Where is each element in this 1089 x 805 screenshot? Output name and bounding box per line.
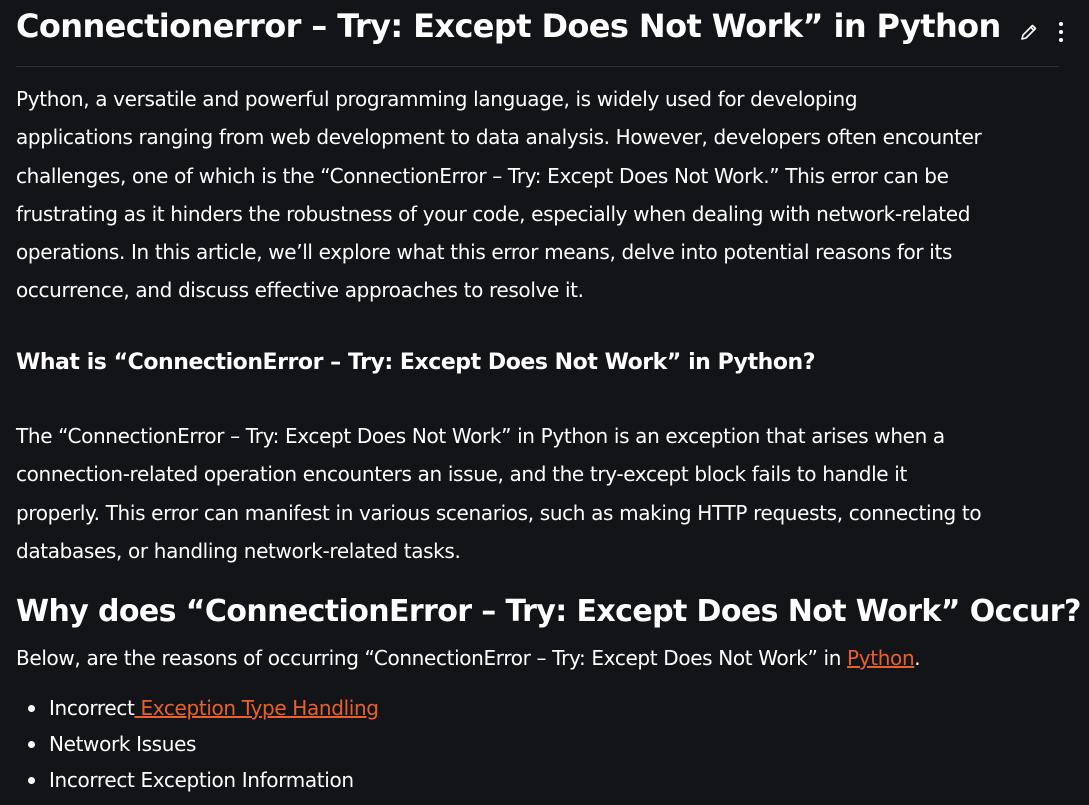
- paragraph-line: operations. In this article, we’ll explo…: [16, 240, 953, 265]
- section-heading-what-is: What is “ConnectionError – Try: Except D…: [16, 350, 816, 375]
- pencil-icon[interactable]: [1017, 18, 1041, 46]
- paragraph-line: properly. This error can manifest in var…: [16, 500, 982, 525]
- reasons-intro: Below, are the reasons of occurring “Con…: [16, 641, 921, 675]
- article-title: Connectionerror – Try: Except Does Not W…: [16, 7, 1001, 45]
- bullet-icon: [28, 705, 35, 712]
- paragraph-line: applications ranging from web developmen…: [16, 125, 982, 150]
- paragraph-line: Python, a versatile and powerful program…: [16, 87, 858, 111]
- bullet-icon: [28, 741, 35, 748]
- paragraph-line: frustrating as it hinders the robustness…: [16, 201, 971, 226]
- definition-paragraph: The “ConnectionError – Try: Except Does …: [16, 417, 982, 570]
- section-heading-why-occur: Why does “ConnectionError – Try: Except …: [16, 594, 1081, 629]
- list-item: Network Issues: [16, 726, 379, 762]
- list-item-text: Incorrect: [49, 696, 135, 720]
- list-item: Incorrect Exception Type Handling: [16, 690, 379, 726]
- intro-paragraph: Python, a versatile and powerful program…: [16, 80, 982, 310]
- title-actions: [1017, 18, 1073, 46]
- reasons-intro-text: Below, are the reasons of occurring “Con…: [16, 646, 848, 670]
- reasons-intro-suffix: .: [914, 646, 921, 670]
- paragraph-line: databases, or handling network-related t…: [16, 538, 461, 563]
- more-vertical-icon[interactable]: [1049, 18, 1073, 46]
- article-page: Connectionerror – Try: Except Does Not W…: [0, 0, 1089, 805]
- paragraph-line: occurrence, and discuss effective approa…: [16, 278, 584, 303]
- paragraph-line: The “ConnectionError – Try: Except Does …: [16, 424, 945, 448]
- reasons-list: Incorrect Exception Type Handling Networ…: [16, 690, 379, 798]
- article-header: Connectionerror – Try: Except Does Not W…: [16, 0, 1063, 67]
- paragraph-line: connection-related operation encounters …: [16, 462, 907, 487]
- python-link[interactable]: Python: [847, 646, 915, 670]
- list-item: Incorrect Exception Information: [16, 762, 379, 798]
- list-item-text: Incorrect Exception Information: [49, 768, 354, 792]
- paragraph-line: challenges, one of which is the “Connect…: [16, 163, 949, 188]
- bullet-icon: [28, 777, 35, 784]
- list-item-text: Network Issues: [49, 732, 197, 756]
- exception-type-handling-link[interactable]: Exception Type Handling: [134, 696, 379, 720]
